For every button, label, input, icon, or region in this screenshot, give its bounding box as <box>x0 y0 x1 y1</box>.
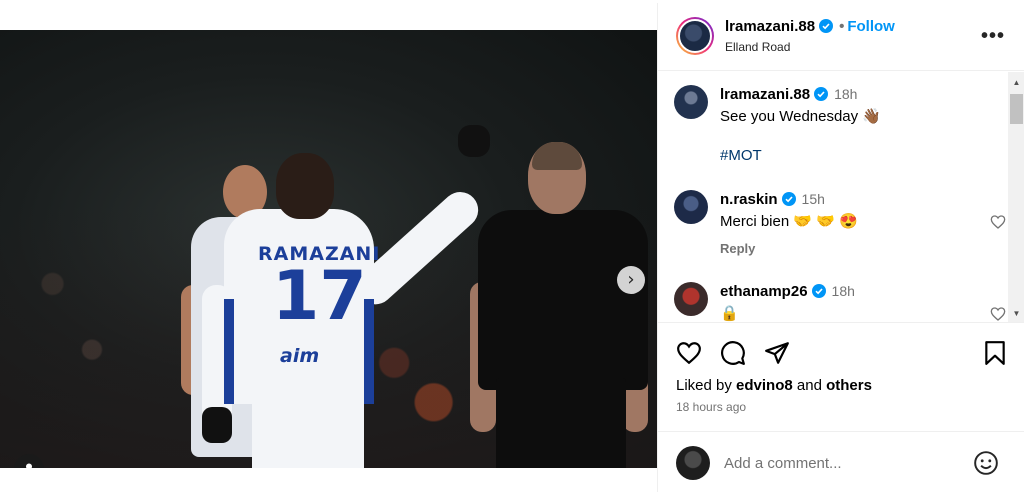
separator-dot: • <box>839 18 845 35</box>
post-timestamp[interactable]: 18 hours ago <box>676 400 746 414</box>
comment-like-icon[interactable] <box>990 214 1006 230</box>
verified-badge-icon <box>819 19 834 33</box>
caption-text: See you Wednesday 👋🏾 <box>720 108 881 125</box>
scroll-up-arrow-icon[interactable]: ▲ <box>1012 78 1021 88</box>
post-actions: Liked by edvino8 and others 18 hours ago <box>658 324 1024 424</box>
comment-text: Merci bien 🤝 🤝 😍 <box>720 213 858 230</box>
post-author-row: lramazani.88 • Follow <box>725 18 895 35</box>
heart-icon[interactable] <box>676 340 702 366</box>
viewer-avatar <box>676 446 710 480</box>
post-header: lramazani.88 • Follow Elland Road ••• <box>658 3 1024 71</box>
caption-avatar[interactable] <box>674 85 708 119</box>
likes-summary[interactable]: Liked by edvino8 and others <box>676 377 872 394</box>
author-avatar[interactable] <box>676 17 714 55</box>
scroll-down-arrow-icon[interactable]: ▼ <box>1012 309 1021 319</box>
caption-hashtag[interactable]: #MOT <box>720 147 762 164</box>
liked-by-user[interactable]: edvino8 <box>736 377 793 394</box>
shirt-sponsor: aim <box>280 345 320 367</box>
chevron-right-icon: › <box>627 269 635 290</box>
shirt-number: 17 <box>272 257 367 336</box>
comment-item: n.raskin 15h Merci bien 🤝 🤝 😍 Reply <box>674 190 1006 260</box>
likes-conjunction: and <box>796 377 822 394</box>
post-location[interactable]: Elland Road <box>725 40 790 54</box>
comment-item: ethanamp26 18h 🔒 <box>674 282 1006 322</box>
likes-prefix: Liked by <box>676 377 732 394</box>
next-slide-button[interactable]: › <box>617 266 645 294</box>
comments-list[interactable]: lramazani.88 18h See you Wednesday 👋🏾 #MO… <box>658 72 1024 323</box>
commenter-avatar[interactable] <box>674 190 708 224</box>
referee <box>460 142 657 468</box>
verified-badge-icon <box>811 284 826 298</box>
post-side-panel: lramazani.88 • Follow Elland Road ••• lram… <box>657 3 1024 492</box>
caption: lramazani.88 18h See you Wednesday 👋🏾 #MO… <box>674 85 994 165</box>
verified-badge-icon <box>781 192 796 206</box>
more-options-icon[interactable]: ••• <box>981 25 1005 48</box>
follow-button[interactable]: Follow <box>847 18 895 35</box>
author-username[interactable]: lramazani.88 <box>725 18 815 35</box>
main-player: RAMAZANI 17 aim <box>200 115 500 468</box>
likes-others[interactable]: others <box>826 377 872 394</box>
bookmark-icon[interactable] <box>982 340 1008 366</box>
comment-icon[interactable] <box>720 340 746 366</box>
comment-text: 🔒 <box>720 305 739 322</box>
comment-time: 18h <box>831 283 855 299</box>
comment-like-icon[interactable] <box>990 306 1006 322</box>
comments-scrollbar[interactable]: ▲ ▼ <box>1008 72 1024 322</box>
comment-composer <box>658 431 1024 492</box>
commenter-username[interactable]: n.raskin <box>720 191 778 208</box>
scrollbar-thumb[interactable] <box>1010 94 1023 124</box>
caption-time: 18h <box>834 86 858 102</box>
share-icon[interactable] <box>764 340 790 366</box>
comment-time: 15h <box>801 191 825 207</box>
caption-username[interactable]: lramazani.88 <box>720 86 810 103</box>
post-media[interactable]: RAMAZANI 17 aim › <box>0 30 657 468</box>
commenter-avatar[interactable] <box>674 282 708 316</box>
add-comment-input[interactable] <box>724 450 964 476</box>
reply-button[interactable]: Reply <box>720 241 755 256</box>
emoji-icon[interactable] <box>973 450 999 476</box>
verified-badge-icon <box>814 87 829 101</box>
commenter-username[interactable]: ethanamp26 <box>720 283 808 300</box>
user-tag-icon <box>26 463 32 468</box>
